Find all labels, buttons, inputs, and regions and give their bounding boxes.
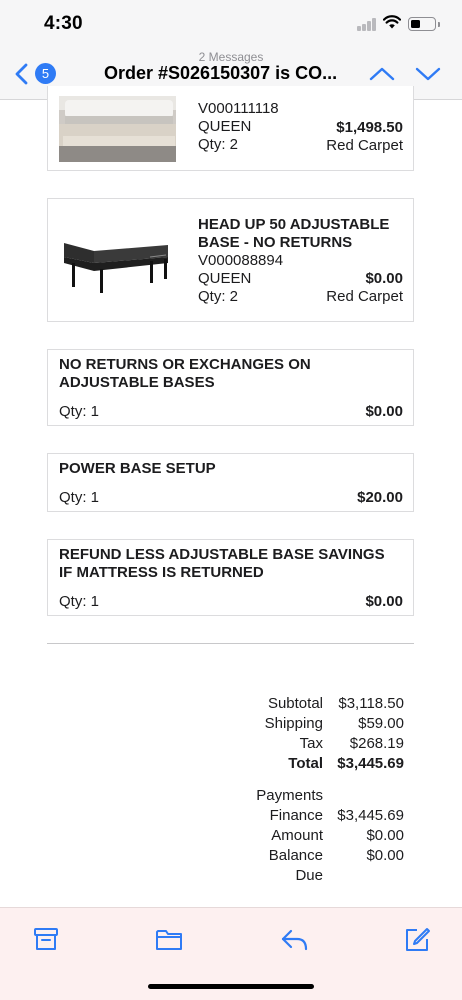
item-qty: Qty: 2 [198, 288, 239, 305]
conversation-title: Order #S026150307 is CO... [104, 63, 338, 83]
finance-label: Finance [269, 807, 323, 824]
message-count: 2 Messages [198, 50, 264, 64]
compose-icon[interactable] [403, 925, 431, 953]
back-chevron-icon[interactable] [13, 63, 31, 85]
balance-label: Balance [268, 847, 323, 864]
item-price: $0.00 [365, 270, 403, 287]
total-value: $3,445.69 [337, 755, 404, 772]
item-qty: Qty: 1 [59, 593, 100, 610]
item-price: $1,498.50 [336, 119, 403, 136]
subtotal-value: $3,118.50 [338, 695, 404, 712]
item-name-line-2: ADJUSTABLE BASES [59, 374, 215, 391]
amount-value: $0.00 [366, 827, 404, 844]
status-time: 4:30 [44, 13, 83, 34]
due-label: Due [295, 867, 323, 884]
total-label: Total [288, 755, 323, 772]
item-price: $20.00 [357, 489, 403, 506]
item-name-line-1: REFUND LESS ADJUSTABLE BASE SAVINGS [59, 546, 385, 563]
adjustable-base-product-image [64, 243, 168, 293]
archive-icon[interactable] [32, 925, 60, 953]
balance-value: $0.00 [366, 847, 404, 864]
reply-icon[interactable] [280, 925, 308, 953]
status-bar: 4:30 [0, 0, 462, 48]
cellular-signal-icon [357, 18, 377, 31]
item-sku: V000088894 [198, 252, 284, 269]
item-size: QUEEN [198, 270, 252, 287]
item-sku: V000111118 [198, 100, 279, 117]
item-name-line-2: BASE - NO RETURNS [198, 234, 353, 251]
wifi-icon [383, 15, 401, 29]
order-item-no-returns-notice: NO RETURNS OR EXCHANGES ON ADJUSTABLE BA… [47, 349, 414, 426]
item-qty: Qty: 1 [59, 489, 100, 506]
item-qty: Qty: 1 [59, 403, 100, 420]
order-item-mattress: V000111118 QUEEN Qty: 2 $1,498.50 Red Ca… [47, 86, 414, 171]
subtotal-label: Subtotal [267, 695, 323, 712]
order-item-refund-notice: REFUND LESS ADJUSTABLE BASE SAVINGS IF M… [47, 539, 414, 616]
item-name-line-1: NO RETURNS OR EXCHANGES ON [59, 356, 311, 373]
mattress-product-image [59, 96, 176, 162]
item-fulfillment: Red Carpet [326, 137, 403, 154]
order-item-adjustable-base: HEAD UP 50 ADJUSTABLE BASE - NO RETURNS … [47, 198, 414, 322]
item-qty: Qty: 2 [198, 136, 239, 153]
item-name-line-1: POWER BASE SETUP [59, 460, 216, 477]
next-message-icon[interactable] [415, 65, 441, 83]
order-item-power-base-setup: POWER BASE SETUP Qty: 1 $20.00 [47, 453, 414, 512]
tax-label: Tax [299, 735, 323, 752]
payments-heading: Payments [256, 787, 323, 804]
back-unread-badge[interactable]: 5 [35, 63, 56, 84]
item-name-line-1: HEAD UP 50 ADJUSTABLE [198, 216, 390, 233]
item-name-line-2: IF MATTRESS IS RETURNED [59, 564, 264, 581]
divider [47, 643, 414, 644]
item-size: QUEEN [198, 118, 252, 135]
amount-label: Amount [271, 827, 323, 844]
previous-message-icon[interactable] [369, 65, 395, 83]
item-fulfillment: Red Carpet [326, 288, 403, 305]
shipping-label: Shipping [264, 715, 323, 732]
item-price: $0.00 [365, 403, 403, 420]
shipping-value: $59.00 [358, 715, 404, 732]
finance-value: $3,445.69 [337, 807, 404, 824]
tax-value: $268.19 [349, 735, 404, 752]
item-price: $0.00 [365, 593, 403, 610]
battery-icon [408, 17, 440, 31]
home-indicator[interactable] [148, 984, 314, 989]
folder-icon[interactable] [155, 925, 183, 953]
